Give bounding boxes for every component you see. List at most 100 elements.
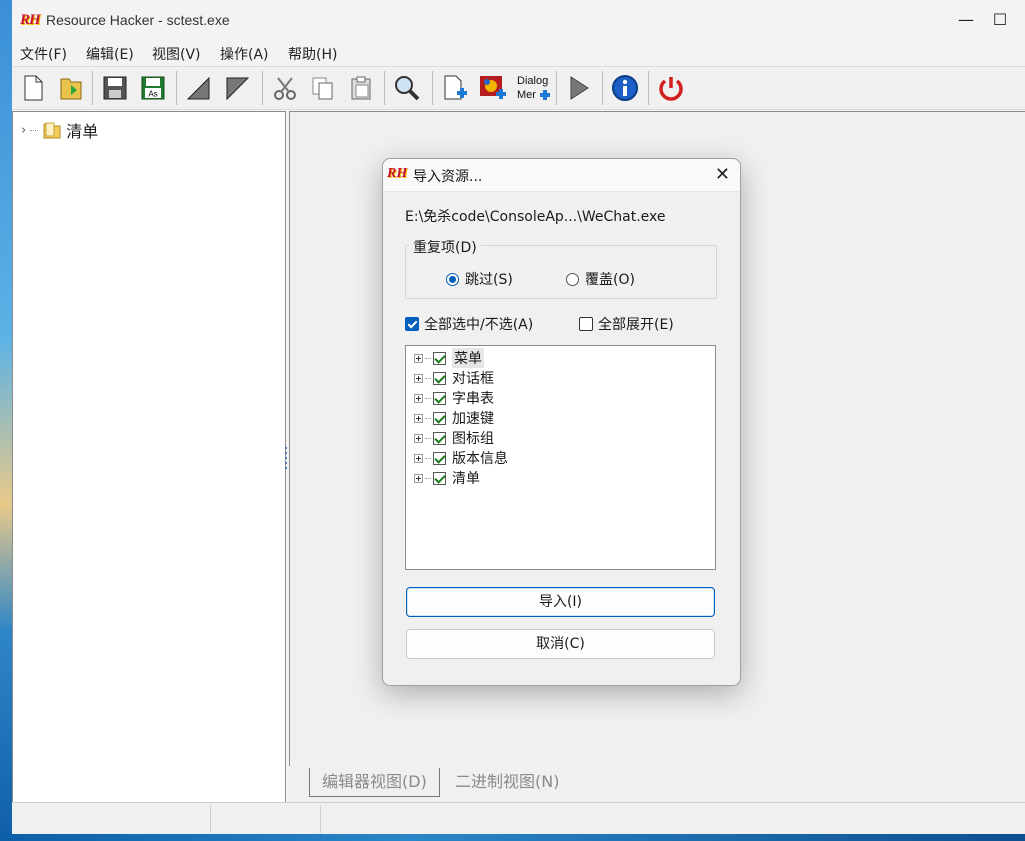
save-as-label: As (148, 90, 157, 99)
list-item-label: 清单 (452, 471, 480, 487)
copy-icon[interactable] (308, 73, 338, 103)
dialog-logo-icon: RH (387, 166, 408, 181)
open-file-icon[interactable] (56, 73, 86, 103)
expand-icon[interactable] (414, 453, 423, 463)
toolbar-separator (648, 71, 649, 105)
window-title: Resource Hacker - sctest.exe (46, 12, 230, 28)
menu-help[interactable]: 帮助(H) (288, 44, 337, 64)
compile-icon[interactable] (184, 73, 214, 103)
menu-bar: 文件(F) 编辑(E) 视图(V) 操作(A) 帮助(H) (12, 40, 1025, 66)
list-item-label: 字串表 (452, 391, 494, 407)
list-item-label: 图标组 (452, 431, 494, 447)
menu-view[interactable]: 视图(V) (152, 44, 201, 64)
import-resources-dialog: RH 导入资源... ✕ E:\免杀code\ConsoleAp...\WeCh… (382, 158, 741, 686)
status-separator (320, 805, 321, 833)
item-checkbox[interactable] (433, 431, 446, 445)
add-resource-icon[interactable] (440, 73, 470, 103)
list-item[interactable]: 版本信息 (414, 448, 508, 468)
item-checkbox[interactable] (433, 471, 446, 485)
minimize-icon[interactable]: — (954, 8, 978, 32)
toolbar-separator (262, 71, 263, 105)
paste-icon[interactable] (346, 73, 376, 103)
menu-file[interactable]: 文件(F) (20, 44, 67, 64)
maximize-icon[interactable]: ☐ (988, 8, 1012, 32)
splitter-handle[interactable] (284, 446, 288, 470)
list-item[interactable]: 字串表 (414, 388, 494, 408)
radio-skip-indicator[interactable] (446, 272, 459, 286)
tab-binary-view[interactable]: 二进制视图(N) (443, 768, 571, 796)
expand-all-box[interactable] (579, 317, 593, 331)
radio-overwrite-indicator[interactable] (566, 272, 579, 286)
info-icon[interactable] (610, 73, 640, 103)
find-icon[interactable] (392, 73, 422, 103)
item-checkbox[interactable] (433, 391, 446, 405)
import-button[interactable]: 导入(I) (406, 587, 715, 617)
radio-skip[interactable]: 跳过(S) (446, 269, 513, 289)
status-separator (210, 805, 211, 833)
item-checkbox[interactable] (433, 411, 446, 425)
expand-icon[interactable] (414, 373, 423, 383)
source-file-path: E:\免杀code\ConsoleAp...\WeChat.exe (405, 209, 666, 225)
cut-icon[interactable] (270, 73, 300, 103)
toolbar-separator (602, 71, 603, 105)
toolbar-separator (92, 71, 93, 105)
folder-icon (43, 122, 61, 139)
dialog-menu-label-2: Mer (517, 89, 536, 101)
check-all-checkbox[interactable]: 全部选中/不选(A) (405, 314, 533, 334)
exit-icon[interactable] (656, 73, 686, 103)
view-tabs: 编辑器视图(D) 二进制视图(N) (289, 766, 1025, 802)
expand-icon[interactable] (414, 393, 423, 403)
toolbar-separator (432, 71, 433, 105)
list-item[interactable]: 图标组 (414, 428, 494, 448)
expand-icon[interactable] (414, 413, 423, 423)
item-checkbox[interactable] (433, 351, 446, 365)
cancel-button[interactable]: 取消(C) (406, 629, 715, 659)
tree-node-manifest[interactable]: › 清单 (21, 118, 98, 142)
toolbar-separator (176, 71, 177, 105)
save-icon[interactable] (100, 73, 130, 103)
expand-icon[interactable] (414, 433, 423, 443)
list-item[interactable]: 清单 (414, 468, 480, 488)
list-item-label: 版本信息 (452, 451, 508, 467)
item-checkbox[interactable] (433, 371, 446, 385)
resource-tree[interactable]: › 清单 (12, 111, 286, 803)
menu-action[interactable]: 操作(A) (220, 44, 269, 64)
dialog-title: 导入资源... (413, 169, 483, 185)
desktop-taskbar-edge (0, 833, 1025, 841)
tree-connector (30, 129, 39, 131)
list-item[interactable]: 对话框 (414, 368, 494, 388)
chevron-right-icon[interactable]: › (21, 123, 26, 138)
desktop-background (0, 0, 12, 841)
resource-type-list[interactable]: 菜单 对话框 字串表 加速键 图标组 版本信息 清单 (405, 345, 716, 570)
check-all-box[interactable] (405, 317, 419, 331)
tree-node-label: 清单 (66, 122, 99, 141)
radio-skip-label: 跳过(S) (465, 272, 513, 288)
expand-all-checkbox[interactable]: 全部展开(E) (579, 314, 674, 334)
list-item-label: 对话框 (452, 371, 494, 387)
run-script-icon[interactable] (564, 73, 594, 103)
list-item-label: 加速键 (452, 411, 494, 427)
expand-icon[interactable] (414, 473, 423, 483)
list-item[interactable]: 加速键 (414, 408, 494, 428)
menu-edit[interactable]: 编辑(E) (86, 44, 134, 64)
save-as-icon[interactable]: As (138, 73, 168, 103)
list-item[interactable]: 菜单 (414, 348, 484, 368)
item-checkbox[interactable] (433, 451, 446, 465)
expand-icon[interactable] (414, 353, 423, 363)
tab-editor-view[interactable]: 编辑器视图(D) (309, 768, 440, 797)
check-all-label: 全部选中/不选(A) (424, 317, 534, 333)
new-file-icon[interactable] (18, 73, 48, 103)
dialog-title-bar: RH 导入资源... ✕ (383, 159, 740, 192)
export-icon[interactable] (222, 73, 252, 103)
radio-overwrite[interactable]: 覆盖(O) (566, 269, 635, 289)
expand-all-label: 全部展开(E) (598, 317, 674, 333)
toolbar-separator (556, 71, 557, 105)
close-icon[interactable]: ✕ (715, 164, 730, 185)
dialog-menu-label-1: Dialog (517, 75, 548, 87)
title-bar: RH Resource Hacker - sctest.exe — ☐ (12, 0, 1025, 40)
add-image-icon[interactable] (478, 73, 508, 103)
app-logo-icon: RH (20, 12, 41, 28)
radio-overwrite-label: 覆盖(O) (585, 272, 635, 288)
list-item-label: 菜单 (452, 348, 484, 368)
dialog-menu-icon[interactable]: Dialog Mer (516, 73, 552, 103)
